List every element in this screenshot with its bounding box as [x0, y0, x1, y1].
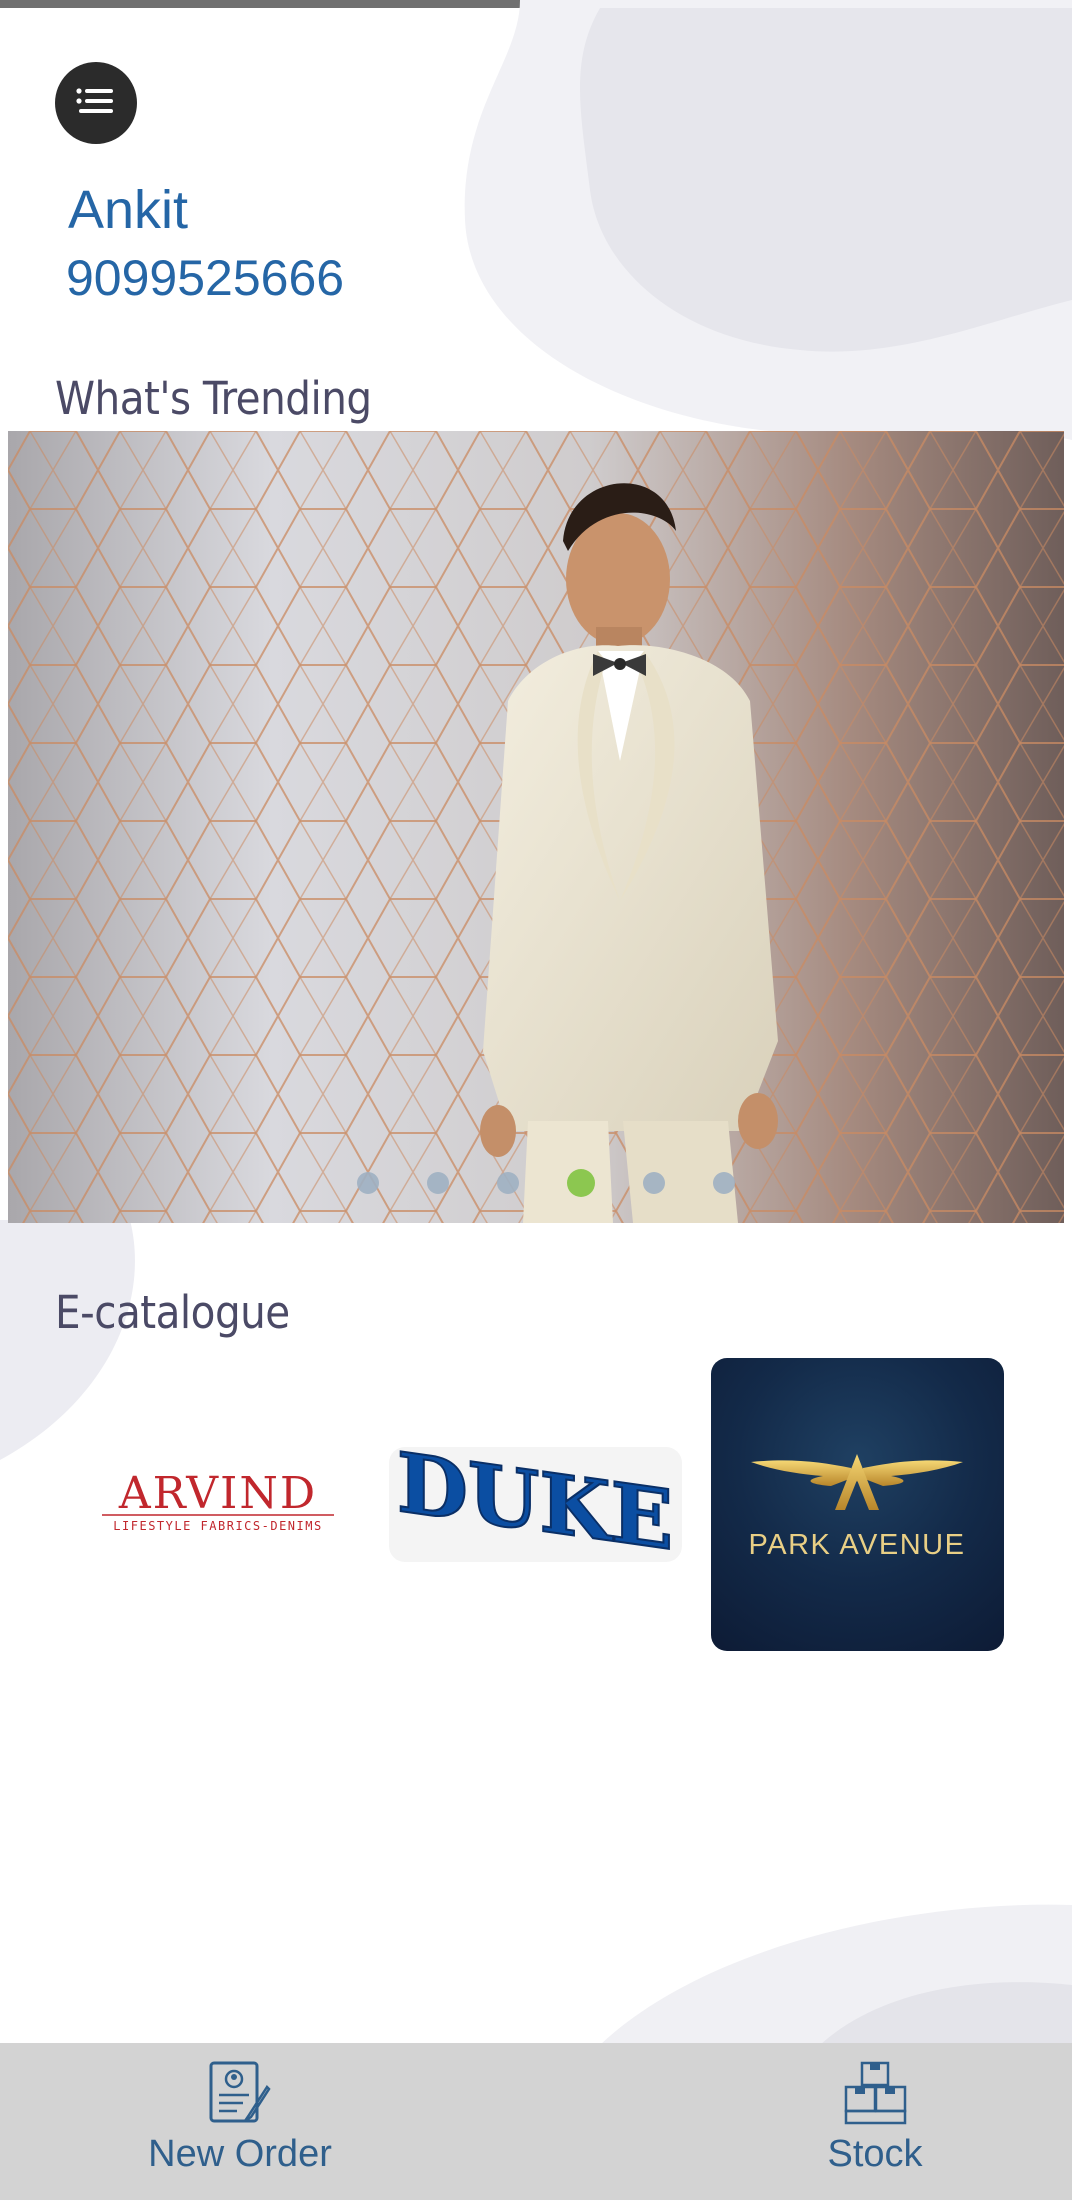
trending-section-title: What's Trending [55, 372, 372, 425]
user-name: Ankit [68, 180, 189, 240]
status-bar-strip [0, 0, 1072, 8]
brand-card-arvind[interactable]: ARVIND LIFESTYLE FABRICS-DENIMS [90, 1448, 346, 1558]
park-avenue-logo: PARK AVENUE [749, 1454, 966, 1561]
carousel-dot[interactable] [713, 1172, 735, 1194]
order-form-icon [205, 2059, 275, 2127]
carousel-dot-active[interactable] [567, 1169, 595, 1197]
nav-stock-label: Stock [827, 2133, 923, 2175]
menu-button[interactable] [55, 62, 137, 144]
hamburger-menu-icon [76, 86, 116, 121]
nav-stock[interactable]: Stock [800, 2043, 950, 2200]
nav-new-order-label: New Order [148, 2133, 332, 2175]
duke-logo: DUKE [396, 1447, 674, 1562]
svg-text:PARK AVENUE: PARK AVENUE [749, 1529, 966, 1561]
svg-text:LIFESTYLE FABRICS-DENIMS: LIFESTYLE FABRICS-DENIMS [113, 1519, 322, 1533]
svg-text:DUKE: DUKE [397, 1447, 673, 1562]
trending-carousel[interactable] [8, 431, 1064, 1223]
carousel-dot[interactable] [497, 1172, 519, 1194]
carousel-slide-image [8, 431, 1064, 1223]
user-phone: 9099525666 [66, 250, 345, 306]
carousel-dot[interactable] [427, 1172, 449, 1194]
catalogue-section-title: E-catalogue [55, 1286, 290, 1339]
brand-card-park-avenue[interactable]: PARK AVENUE [711, 1358, 1004, 1651]
stock-boxes-icon [840, 2059, 910, 2127]
bottom-navigation: New Order Stock [0, 2043, 1072, 2200]
svg-text:ARVIND: ARVIND [118, 1468, 317, 1519]
carousel-dot[interactable] [357, 1172, 379, 1194]
nav-new-order[interactable]: New Order [140, 2043, 340, 2200]
carousel-pagination [8, 1169, 1064, 1197]
carousel-dot[interactable] [643, 1172, 665, 1194]
arvind-logo: ARVIND LIFESTYLE FABRICS-DENIMS [102, 1468, 334, 1533]
brand-card-duke[interactable]: DUKE [389, 1447, 682, 1562]
